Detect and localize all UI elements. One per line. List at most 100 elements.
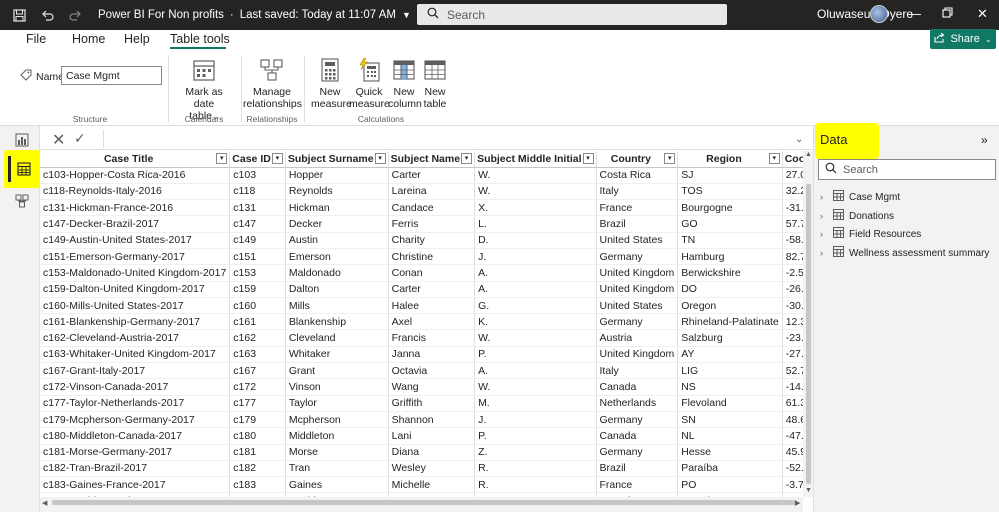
table-cell[interactable]: PO xyxy=(677,476,783,494)
table-cell[interactable]: Z. xyxy=(474,444,597,461)
report-view-icon[interactable] xyxy=(15,133,29,147)
table-cell[interactable]: -26.61401, xyxy=(782,281,803,298)
table-cell[interactable]: -47.86861, xyxy=(782,427,803,445)
table-cell[interactable]: W. xyxy=(474,183,597,201)
table-cell[interactable]: Wesley xyxy=(388,460,476,478)
table-cell[interactable]: Salzburg xyxy=(677,329,783,347)
table-cell[interactable]: c160 xyxy=(229,297,286,315)
scroll-right-icon[interactable]: ▶ xyxy=(795,499,800,507)
table-cell[interactable]: 32.25573, xyxy=(782,183,803,201)
table-cell[interactable]: United States xyxy=(596,297,679,315)
column-header[interactable]: Country ▾ xyxy=(596,151,679,168)
column-header[interactable]: Subject Name ▾ xyxy=(388,151,476,168)
table-cell[interactable]: Hamburg xyxy=(677,248,783,266)
table-cell[interactable]: G. xyxy=(474,297,597,315)
column-header[interactable]: Subject Surname ▾ xyxy=(285,151,389,168)
table-cell[interactable]: United Kingdom xyxy=(596,346,679,364)
table-cell[interactable]: c151 xyxy=(229,248,286,266)
chevron-right-icon[interactable]: › xyxy=(820,248,828,258)
table-cell[interactable]: c149-Austin-United States-2017 xyxy=(40,232,231,249)
redo-icon[interactable] xyxy=(68,8,82,22)
table-cell[interactable]: A. xyxy=(474,362,597,380)
table-cell[interactable]: Bourgogne xyxy=(677,199,783,217)
table-cell[interactable]: LIG xyxy=(677,362,783,380)
table-cell[interactable]: c182-Tran-Brazil-2017 xyxy=(40,460,231,478)
tab-help[interactable]: Help xyxy=(124,32,150,46)
collapse-pane-icon[interactable]: » xyxy=(981,133,988,147)
tree-table-case-mgmt[interactable]: › Case Mgmt xyxy=(820,190,900,204)
table-cell[interactable]: c103-Hopper-Costa Rica-2016 xyxy=(40,167,231,184)
table-cell[interactable]: c179-Mcpherson-Germany-2017 xyxy=(40,411,231,429)
table-cell[interactable]: c159-Dalton-United Kingdom-2017 xyxy=(40,281,231,298)
table-cell[interactable]: c161-Blankenship-Germany-2017 xyxy=(40,313,231,331)
table-name-input[interactable] xyxy=(61,66,162,85)
scroll-left-icon[interactable]: ◀ xyxy=(42,499,47,507)
table-cell[interactable]: Conan xyxy=(388,264,476,282)
table-cell[interactable]: Dalton xyxy=(285,281,389,298)
table-view-icon[interactable] xyxy=(17,162,31,176)
table-cell[interactable]: Whitaker xyxy=(285,346,389,364)
table-cell[interactable]: GO xyxy=(677,215,783,233)
table-cell[interactable]: Charity xyxy=(388,232,476,249)
chevron-right-icon[interactable]: › xyxy=(820,211,828,221)
table-cell[interactable]: c153-Maldonado-United Kingdom-2017 xyxy=(40,264,231,282)
table-cell[interactable]: Mills xyxy=(285,297,389,315)
table-cell[interactable]: A. xyxy=(474,281,597,298)
table-cell[interactable]: Brazil xyxy=(596,215,679,233)
formula-bar[interactable] xyxy=(40,128,813,150)
table-cell[interactable]: Berwickshire xyxy=(677,264,783,282)
table-cell[interactable]: J. xyxy=(474,248,597,266)
tab-file[interactable]: File xyxy=(26,32,46,46)
chevron-right-icon[interactable]: › xyxy=(820,229,828,239)
table-cell[interactable]: R. xyxy=(474,460,597,478)
table-cell[interactable]: Morse xyxy=(285,444,389,461)
table-cell[interactable]: Italy xyxy=(596,362,679,380)
filter-dropdown-icon[interactable]: ▾ xyxy=(461,153,473,164)
column-header[interactable]: Coordinat xyxy=(782,151,803,168)
table-cell[interactable]: -3.72883, - xyxy=(782,476,803,494)
table-cell[interactable]: Mcpherson xyxy=(285,411,389,429)
table-cell[interactable]: c103 xyxy=(229,167,286,184)
table-cell[interactable]: 82.7876, - xyxy=(782,248,803,266)
document-title[interactable]: Power BI For Non profits · Last saved: T… xyxy=(98,9,411,21)
table-cell[interactable]: United Kingdom xyxy=(596,264,679,282)
close-icon[interactable]: ✕ xyxy=(977,6,988,22)
table-cell[interactable]: M. xyxy=(474,395,597,412)
quick-measure-button[interactable]: Quick measure xyxy=(349,57,390,110)
table-cell[interactable]: c162 xyxy=(229,329,286,347)
table-cell[interactable]: Hesse xyxy=(677,444,783,461)
table-cell[interactable]: c183 xyxy=(229,476,286,494)
table-cell[interactable]: Taylor xyxy=(285,395,389,412)
cancel-formula-icon[interactable]: ✕ xyxy=(52,130,65,150)
column-header[interactable]: Case Title ▾ xyxy=(40,151,231,168)
table-cell[interactable]: c172 xyxy=(229,378,286,396)
table-cell[interactable]: Cleveland xyxy=(285,329,389,347)
table-cell[interactable]: Lareina xyxy=(388,183,476,201)
table-cell[interactable]: 61.30683, xyxy=(782,395,803,412)
table-cell[interactable]: Middleton xyxy=(285,427,389,445)
save-icon[interactable] xyxy=(12,8,26,22)
table-cell[interactable]: Brazil xyxy=(596,460,679,478)
table-cell[interactable]: 52.72479, xyxy=(782,362,803,380)
table-cell[interactable]: c118 xyxy=(229,183,286,201)
column-header[interactable]: Region ▾ xyxy=(677,151,783,168)
commit-formula-icon[interactable]: ✓ xyxy=(74,130,86,147)
tree-table-field-resources[interactable]: › Field Resources xyxy=(820,227,921,241)
table-cell[interactable]: K. xyxy=(474,313,597,331)
table-cell[interactable]: Emerson xyxy=(285,248,389,266)
table-cell[interactable]: c177-Taylor-Netherlands-2017 xyxy=(40,395,231,412)
table-cell[interactable]: NL xyxy=(677,427,783,445)
table-cell[interactable]: Vinson xyxy=(285,378,389,396)
table-cell[interactable]: D. xyxy=(474,232,597,249)
table-cell[interactable]: c180-Middleton-Canada-2017 xyxy=(40,427,231,445)
table-cell[interactable]: c131 xyxy=(229,199,286,217)
table-cell[interactable]: c172-Vinson-Canada-2017 xyxy=(40,378,231,396)
table-cell[interactable]: X. xyxy=(474,199,597,217)
table-cell[interactable]: Wang xyxy=(388,378,476,396)
table-cell[interactable]: 12.35557, xyxy=(782,313,803,331)
share-button[interactable]: Share ⌄ xyxy=(930,29,996,49)
vertical-scroll-thumb[interactable] xyxy=(806,184,811,484)
table-cell[interactable]: W. xyxy=(474,378,597,396)
table-cell[interactable]: Austria xyxy=(596,329,679,347)
table-cell[interactable]: France xyxy=(596,199,679,217)
